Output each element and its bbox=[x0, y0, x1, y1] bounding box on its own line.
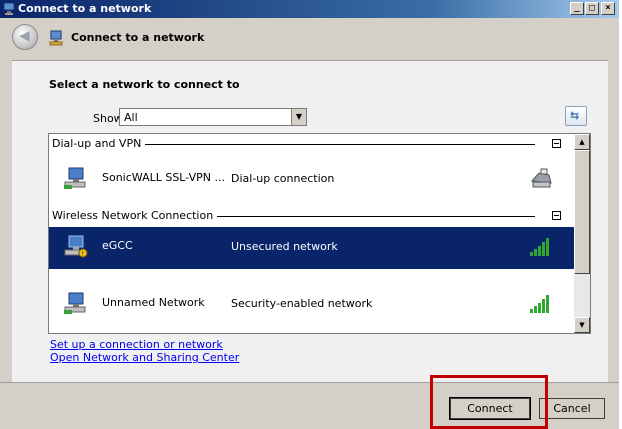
secured-network-icon bbox=[64, 292, 86, 314]
scroll-down-button[interactable]: ▼ bbox=[574, 317, 590, 333]
network-description: Dial-up connection bbox=[231, 172, 335, 185]
phone-icon bbox=[530, 168, 552, 188]
minimize-button[interactable]: _ bbox=[570, 2, 584, 15]
header-bar: ◀ Connect to a network bbox=[0, 18, 619, 58]
maximize-button[interactable]: □ bbox=[585, 2, 599, 15]
section-heading: Select a network to connect to bbox=[49, 78, 240, 91]
network-name: Unnamed Network bbox=[102, 296, 205, 309]
group-header-dialup[interactable]: Dial-up and VPN bbox=[49, 136, 575, 152]
window-title: Connect to a network bbox=[18, 2, 152, 15]
network-name: SonicWALL SSL-VPN ... bbox=[102, 171, 225, 184]
network-sharing-center-link[interactable]: Open Network and Sharing Center bbox=[50, 351, 239, 364]
network-description: Security-enabled network bbox=[231, 297, 373, 310]
cancel-button[interactable]: Cancel bbox=[539, 398, 605, 419]
vpn-connection-icon bbox=[64, 167, 86, 189]
back-button[interactable]: ◀ bbox=[12, 24, 38, 50]
show-filter-select[interactable]: All ▼ bbox=[119, 108, 307, 126]
vertical-scrollbar[interactable]: ▲ ▼ bbox=[574, 134, 590, 333]
show-filter-value: All bbox=[124, 111, 138, 124]
signal-strength-icon bbox=[530, 295, 549, 313]
svg-text:!: ! bbox=[82, 251, 84, 258]
network-description: Unsecured network bbox=[231, 240, 338, 253]
content-panel: Select a network to connect to Show All … bbox=[12, 60, 608, 382]
network-item[interactable]: SonicWALL SSL-VPN ... Dial-up connection bbox=[49, 159, 575, 199]
annotation-highlight-box bbox=[430, 375, 548, 429]
back-arrow-icon: ◀ bbox=[19, 28, 30, 44]
page-title: Connect to a network bbox=[71, 31, 205, 44]
scroll-up-button[interactable]: ▲ bbox=[574, 134, 590, 150]
close-button[interactable]: × bbox=[601, 2, 615, 15]
chevron-down-icon[interactable]: ▼ bbox=[291, 109, 306, 125]
group-label: Wireless Network Connection bbox=[52, 209, 218, 222]
scroll-thumb[interactable] bbox=[574, 150, 590, 274]
network-item-selected[interactable]: ! eGCC Unsecured network bbox=[49, 227, 575, 269]
refresh-icon: ⇆ bbox=[570, 109, 580, 122]
network-icon bbox=[3, 2, 15, 15]
setup-connection-link[interactable]: Set up a connection or network bbox=[50, 338, 223, 351]
network-list: Dial-up and VPN SonicWALL SSL-VPN ... Di… bbox=[48, 133, 591, 334]
collapse-icon[interactable] bbox=[552, 139, 561, 148]
title-bar[interactable]: Connect to a network _ □ × bbox=[0, 0, 619, 18]
group-label: Dial-up and VPN bbox=[52, 137, 146, 150]
dialog-window: Connect to a network _ □ × ◀ Connect to … bbox=[0, 0, 619, 429]
network-connection-icon bbox=[49, 30, 63, 46]
group-header-wireless[interactable]: Wireless Network Connection bbox=[49, 208, 575, 224]
unsecured-network-icon: ! bbox=[64, 235, 88, 258]
network-name: eGCC bbox=[102, 239, 133, 252]
refresh-button[interactable]: ⇆ bbox=[565, 106, 587, 126]
collapse-icon[interactable] bbox=[552, 211, 561, 220]
signal-strength-icon bbox=[530, 238, 549, 256]
network-item[interactable]: Unnamed Network Security-enabled network bbox=[49, 284, 575, 324]
